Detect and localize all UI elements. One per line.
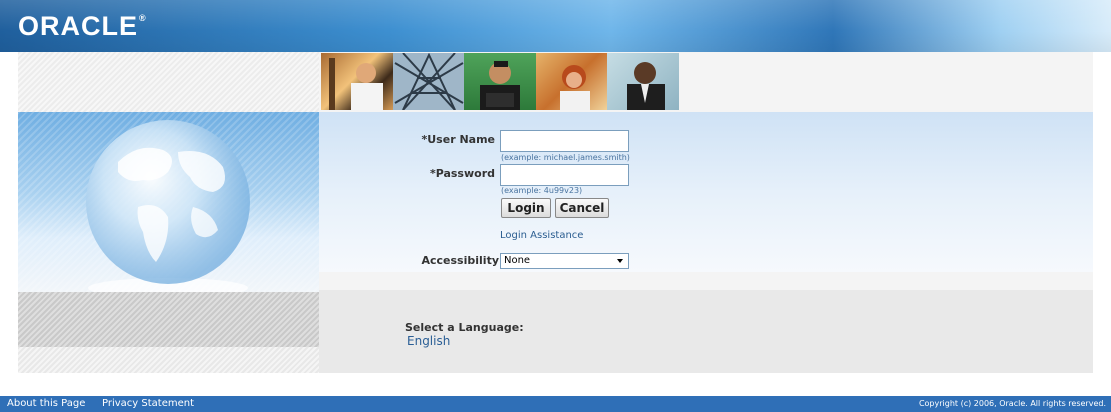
spacer-panel xyxy=(319,272,1093,290)
privacy-statement-link[interactable]: Privacy Statement xyxy=(102,398,194,409)
login-assistance-link[interactable]: Login Assistance xyxy=(500,230,583,241)
header-bar: ORACLE® xyxy=(0,0,1111,52)
photo-person-1 xyxy=(321,53,393,110)
globe-icon xyxy=(86,120,250,292)
accessibility-select[interactable]: None xyxy=(500,253,629,269)
left-decor-bottom xyxy=(18,347,319,373)
photo-tower xyxy=(392,53,465,110)
cancel-button[interactable]: Cancel xyxy=(555,198,609,218)
copyright-text: Copyright (c) 2006, Oracle. All rights r… xyxy=(918,399,1106,408)
left-decor-middle xyxy=(18,292,319,347)
photo-banner xyxy=(319,52,1093,112)
language-english-link[interactable]: English xyxy=(407,334,450,348)
password-hint: (example: 4u99v23) xyxy=(501,186,583,195)
footer-bar: About this Page Privacy Statement Copyri… xyxy=(0,396,1111,412)
username-label: *User Name xyxy=(421,133,496,146)
accessibility-value: None xyxy=(504,255,531,266)
username-hint: (example: michael.james.smith) xyxy=(501,153,630,162)
language-label: Select a Language: xyxy=(405,321,524,334)
photo-person-4 xyxy=(607,53,679,110)
left-decor-top xyxy=(18,52,319,112)
globe-image xyxy=(18,112,319,292)
username-input[interactable] xyxy=(500,130,629,152)
photo-person-2 xyxy=(464,53,536,110)
password-label: *Password xyxy=(429,167,495,180)
dropdown-arrow-icon xyxy=(617,259,623,263)
oracle-logo: ORACLE® xyxy=(18,11,147,41)
login-button[interactable]: Login xyxy=(501,198,551,218)
accessibility-label: Accessibility xyxy=(421,254,500,267)
password-input[interactable] xyxy=(500,164,629,186)
photo-person-3 xyxy=(535,53,608,110)
about-page-link[interactable]: About this Page xyxy=(7,398,85,409)
header-shine xyxy=(0,0,1111,52)
